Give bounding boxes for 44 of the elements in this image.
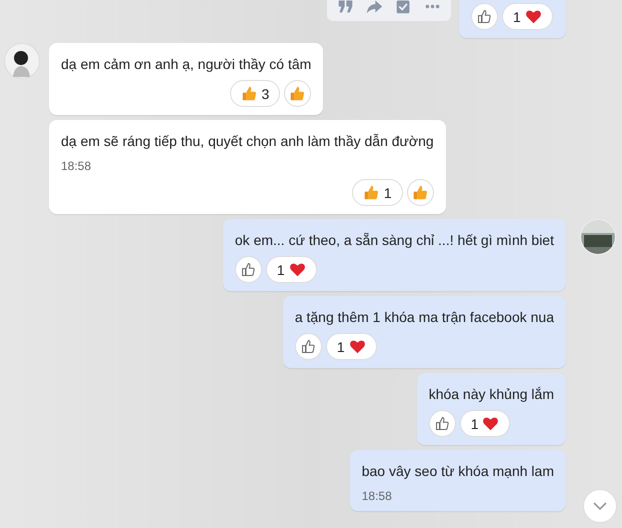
message-text: bao vây seo từ khóa mạnh lam [362,462,554,481]
quote-icon[interactable] [337,0,354,15]
heart-icon [348,338,366,355]
heart-icon [482,415,500,432]
timestamp: 18:58 [362,489,393,503]
thumbs-up-icon [300,338,317,355]
count: 1 [276,262,285,278]
thumbs-up-icon [289,85,306,102]
thumbs-up-icon [434,415,451,432]
message-text: dạ em sẽ ráng tiếp thu, quyết chọn anh làm thầy dẫn đường [61,132,434,151]
share-icon[interactable] [366,0,383,15]
react-button[interactable] [294,333,322,360]
reaction-count[interactable]: 1 [326,333,377,360]
thumbs-up-icon [240,85,258,102]
message-text: ok em... cứ theo, a sẵn sàng chỉ ...! hết gì mình biet [234,231,554,250]
count: 1 [384,184,392,200]
count: 1 [513,8,521,24]
reaction-count[interactable]: 1 [502,3,553,30]
avatar[interactable] [4,43,40,79]
heart-icon [288,261,306,278]
reaction-count[interactable]: 3 [230,80,280,107]
count: 3 [262,86,270,102]
react-button[interactable] [428,410,456,437]
avatar[interactable] [580,219,616,255]
message-text: a tặng thêm 1 khóa ma trận facebook nua [294,308,554,327]
count: 1 [336,338,345,354]
task-icon[interactable] [395,0,412,15]
thumbs-up-icon [412,184,429,201]
message-text: dạ em cảm ơn anh ạ, người thầy có tâm [61,55,312,74]
reaction-count[interactable]: 1 [352,179,403,206]
react-button[interactable] [406,179,434,206]
thumbs-up-icon [476,8,493,25]
timestamp: 18:58 [61,159,92,173]
scroll-down-button[interactable] [583,489,617,523]
heart-icon [524,8,542,25]
thumbs-up-icon [362,184,380,201]
message-text: khóa này khủng lắm [428,385,554,404]
count: 1 [470,416,478,432]
reaction-count[interactable]: 1 [266,256,317,283]
thumbs-up-icon [240,261,257,278]
react-button[interactable] [471,3,498,30]
reaction-count[interactable]: 1 [460,410,510,437]
react-button[interactable] [234,256,262,283]
react-button[interactable] [284,80,312,107]
